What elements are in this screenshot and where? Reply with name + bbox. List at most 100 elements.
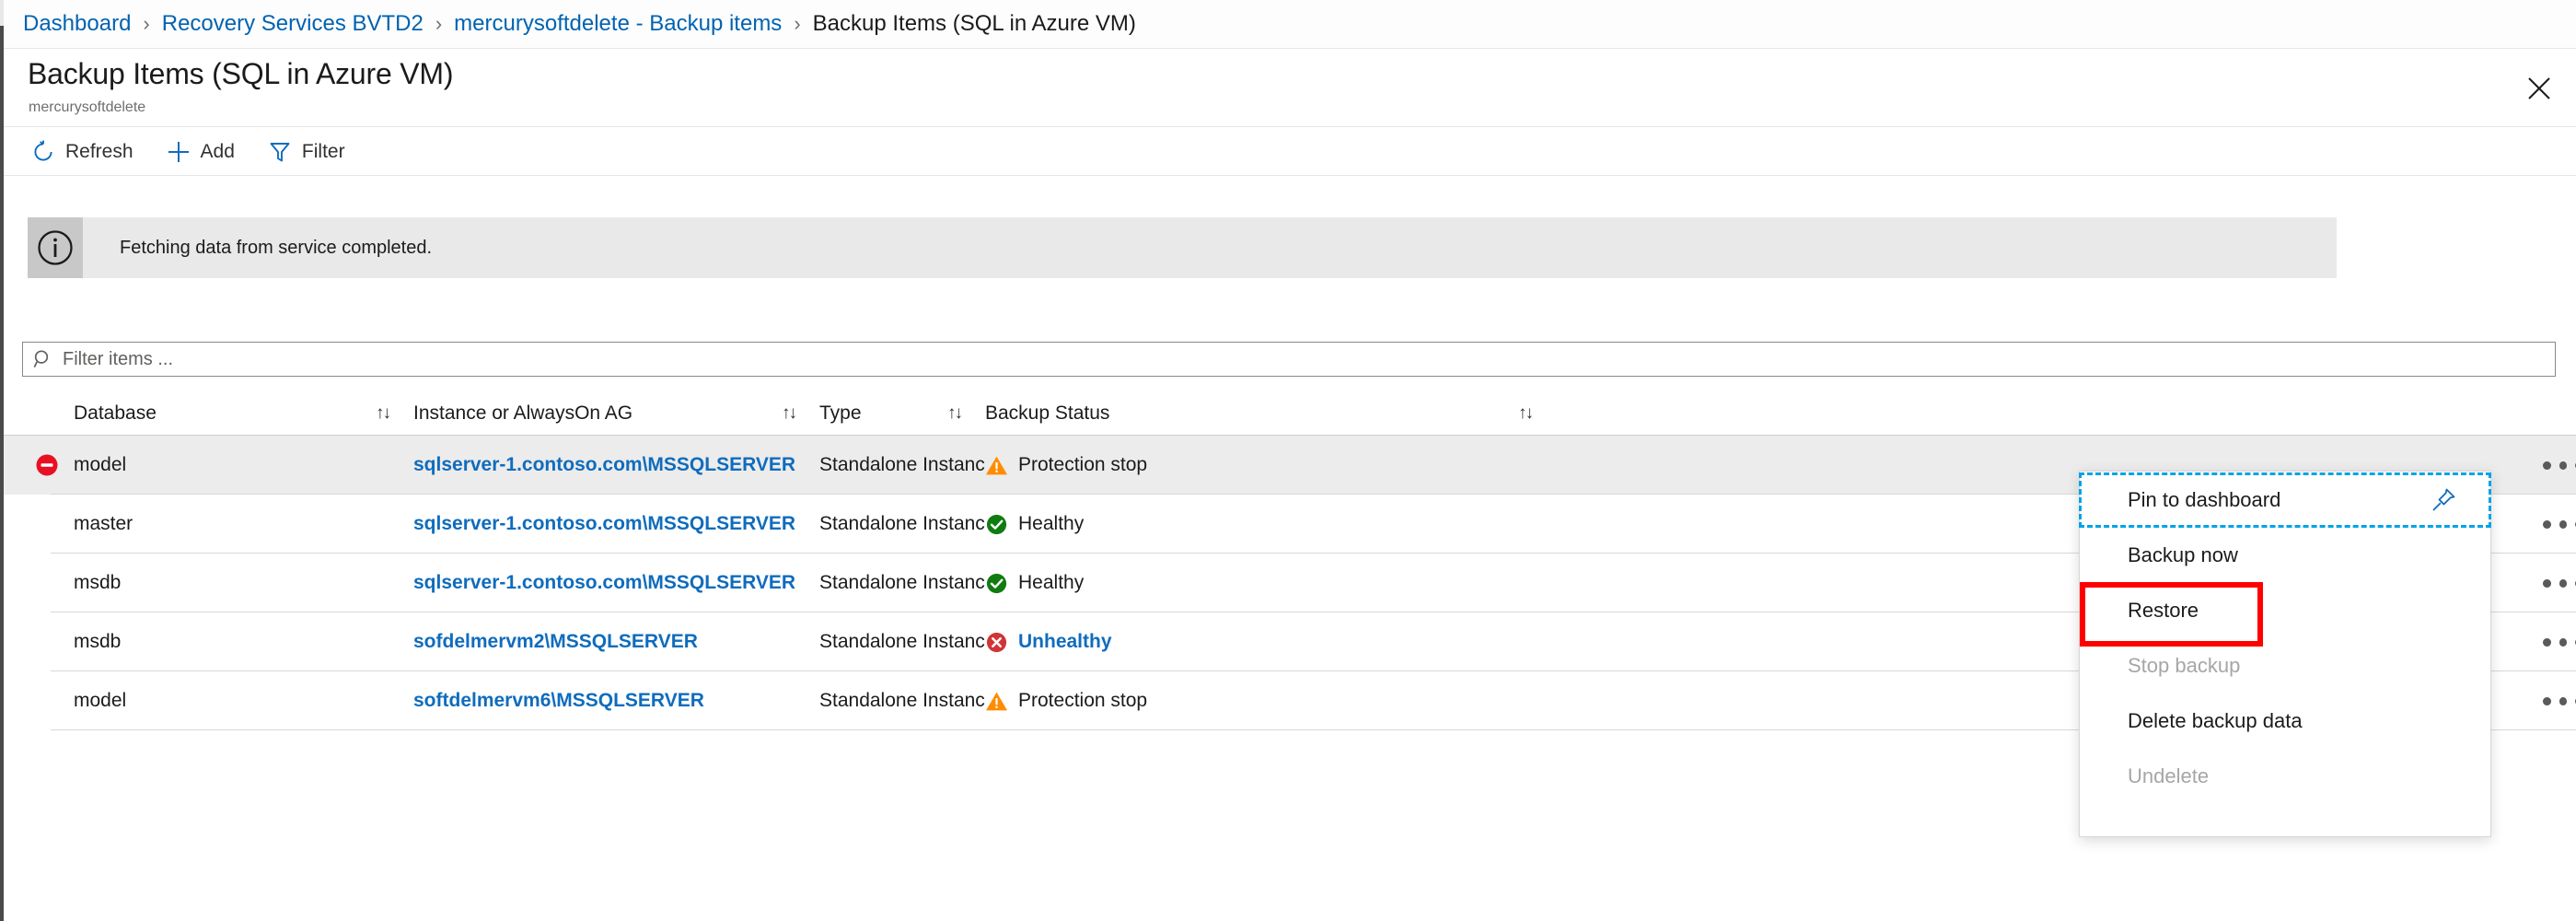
filter-button[interactable]: Filter <box>262 134 349 170</box>
filter-items-field[interactable] <box>22 342 2556 377</box>
check-circle-icon <box>985 513 1008 536</box>
cell-type: Standalone Instance <box>819 612 985 671</box>
row-more-actions-button[interactable] <box>2543 451 2576 479</box>
status-label: Protection stop <box>1018 690 1147 712</box>
cell-backup-status: Protection stop <box>985 671 1556 730</box>
row-more-actions-button[interactable] <box>2543 569 2576 597</box>
cell-database: model <box>4 436 413 495</box>
menu-item-label: Stop backup <box>2128 654 2240 678</box>
warning-triangle-icon <box>985 690 1008 713</box>
status-banner: Fetching data from service completed. <box>28 217 2337 278</box>
menu-item-label: Backup now <box>2128 543 2238 567</box>
sort-icon[interactable]: ↑↓ <box>376 403 389 424</box>
column-header-instance[interactable]: Instance or AlwaysOn AG ↑↓ <box>413 391 819 436</box>
ellipsis-icon <box>2543 461 2551 470</box>
add-button[interactable]: Add <box>161 134 238 170</box>
plus-icon <box>165 138 192 166</box>
breadcrumb-item-dashboard[interactable]: Dashboard <box>23 11 131 37</box>
cell-backup-status: Healthy <box>985 554 1556 612</box>
sort-icon[interactable]: ↑↓ <box>1518 403 1532 424</box>
breadcrumb-separator-icon: › <box>794 12 800 36</box>
check-circle-icon <box>985 572 1008 595</box>
cell-type: Standalone Instance <box>819 495 985 554</box>
menu-item-stop-backup: Stop backup <box>2080 638 2490 694</box>
cell-instance-link[interactable]: sqlserver-1.contoso.com\MSSQLSERVER <box>413 554 819 612</box>
ellipsis-icon <box>2543 638 2551 647</box>
column-header-backup-status-label: Backup Status <box>985 402 1109 425</box>
breadcrumb-item-current: Backup Items (SQL in Azure VM) <box>813 11 1136 37</box>
cell-database: msdb <box>4 554 413 612</box>
ellipsis-icon <box>2543 579 2551 588</box>
column-header-type[interactable]: Type ↑↓ <box>819 391 985 436</box>
filter-button-label: Filter <box>302 141 345 163</box>
pin-icon <box>2430 486 2457 514</box>
ellipsis-icon <box>2559 579 2568 588</box>
column-header-instance-label: Instance or AlwaysOn AG <box>413 402 632 425</box>
breadcrumb: Dashboard › Recovery Services BVTD2 › me… <box>4 0 2576 49</box>
cell-instance-link[interactable]: sqlserver-1.contoso.com\MSSQLSERVER <box>413 495 819 554</box>
cell-instance-link[interactable]: softdelmervm6\MSSQLSERVER <box>413 671 819 730</box>
refresh-icon <box>29 138 57 166</box>
cell-backup-status: Unhealthy <box>985 612 1556 671</box>
blade-title-block: Backup Items (SQL in Azure VM) mercuryso… <box>4 50 2576 127</box>
status-banner-text: Fetching data from service completed. <box>120 238 432 259</box>
menu-item-pin-to-dashboard[interactable]: Pin to dashboard <box>2080 472 2490 528</box>
error-circle-icon <box>985 631 1008 654</box>
cell-type: Standalone Instance <box>819 671 985 730</box>
funnel-icon <box>266 138 294 166</box>
add-button-label: Add <box>201 141 235 163</box>
refresh-button[interactable]: Refresh <box>26 134 137 170</box>
cell-backup-status: Protection stop <box>985 436 1556 495</box>
breadcrumb-separator-icon: › <box>435 12 442 36</box>
ellipsis-icon <box>2543 520 2551 529</box>
status-label: Healthy <box>1018 572 1084 594</box>
status-label: Healthy <box>1018 513 1084 535</box>
row-more-actions-button[interactable] <box>2543 628 2576 656</box>
cell-instance-link[interactable]: sqlserver-1.contoso.com\MSSQLSERVER <box>413 436 819 495</box>
search-icon <box>33 349 53 369</box>
cell-database: model <box>4 671 413 730</box>
menu-item-backup-now[interactable]: Backup now <box>2080 528 2490 583</box>
ellipsis-icon <box>2559 461 2568 470</box>
sort-icon[interactable]: ↑↓ <box>782 403 795 424</box>
info-icon <box>28 217 83 278</box>
breadcrumb-item-recovery-services[interactable]: Recovery Services BVTD2 <box>162 11 424 37</box>
page-title: Backup Items (SQL in Azure VM) <box>28 57 453 91</box>
ellipsis-icon <box>2559 520 2568 529</box>
row-more-actions-button[interactable] <box>2543 510 2576 538</box>
menu-item-label: Undelete <box>2128 764 2209 788</box>
command-bar: Refresh Add Filter <box>4 128 2576 176</box>
menu-item-undelete: Undelete <box>2080 749 2490 804</box>
breadcrumb-item-backup-items[interactable]: mercurysoftdelete - Backup items <box>454 11 782 37</box>
close-icon[interactable] <box>2523 72 2556 105</box>
search-input[interactable] <box>63 349 2458 370</box>
cell-database: master <box>4 495 413 554</box>
menu-item-delete-backup-data[interactable]: Delete backup data <box>2080 694 2490 749</box>
column-header-type-label: Type <box>819 402 862 425</box>
cell-type: Standalone Instance <box>819 554 985 612</box>
breadcrumb-separator-icon: › <box>143 12 149 36</box>
azure-portal-blade: Dashboard › Recovery Services BVTD2 › me… <box>0 0 2576 921</box>
menu-item-label: Delete backup data <box>2128 709 2303 733</box>
status-label: Protection stop <box>1018 454 1147 476</box>
cell-database: msdb <box>4 612 413 671</box>
sort-icon[interactable]: ↑↓ <box>947 403 961 424</box>
column-header-database-label: Database <box>74 402 157 425</box>
column-header-backup-status[interactable]: Backup Status ↑↓ <box>985 391 1556 436</box>
ellipsis-icon <box>2559 638 2568 647</box>
row-context-menu: Pin to dashboard Backup now Restore Stop… <box>2079 471 2491 837</box>
ellipsis-icon <box>2543 697 2551 705</box>
stop-blocked-icon <box>33 451 61 479</box>
row-more-actions-button[interactable] <box>2543 687 2576 715</box>
menu-item-label: Restore <box>2128 599 2199 623</box>
cell-instance-link[interactable]: sofdelmervm2\MSSQLSERVER <box>413 612 819 671</box>
menu-item-restore[interactable]: Restore <box>2080 583 2490 638</box>
cell-backup-status: Healthy <box>985 495 1556 554</box>
table-header-row: Database ↑↓ Instance or AlwaysOn AG ↑↓ T… <box>4 391 2576 436</box>
ellipsis-icon <box>2559 697 2568 705</box>
status-label[interactable]: Unhealthy <box>1018 631 1112 653</box>
column-header-database[interactable]: Database ↑↓ <box>4 391 413 436</box>
menu-item-label: Pin to dashboard <box>2128 488 2280 512</box>
page-subtitle: mercurysoftdelete <box>29 99 145 116</box>
refresh-button-label: Refresh <box>65 141 133 163</box>
